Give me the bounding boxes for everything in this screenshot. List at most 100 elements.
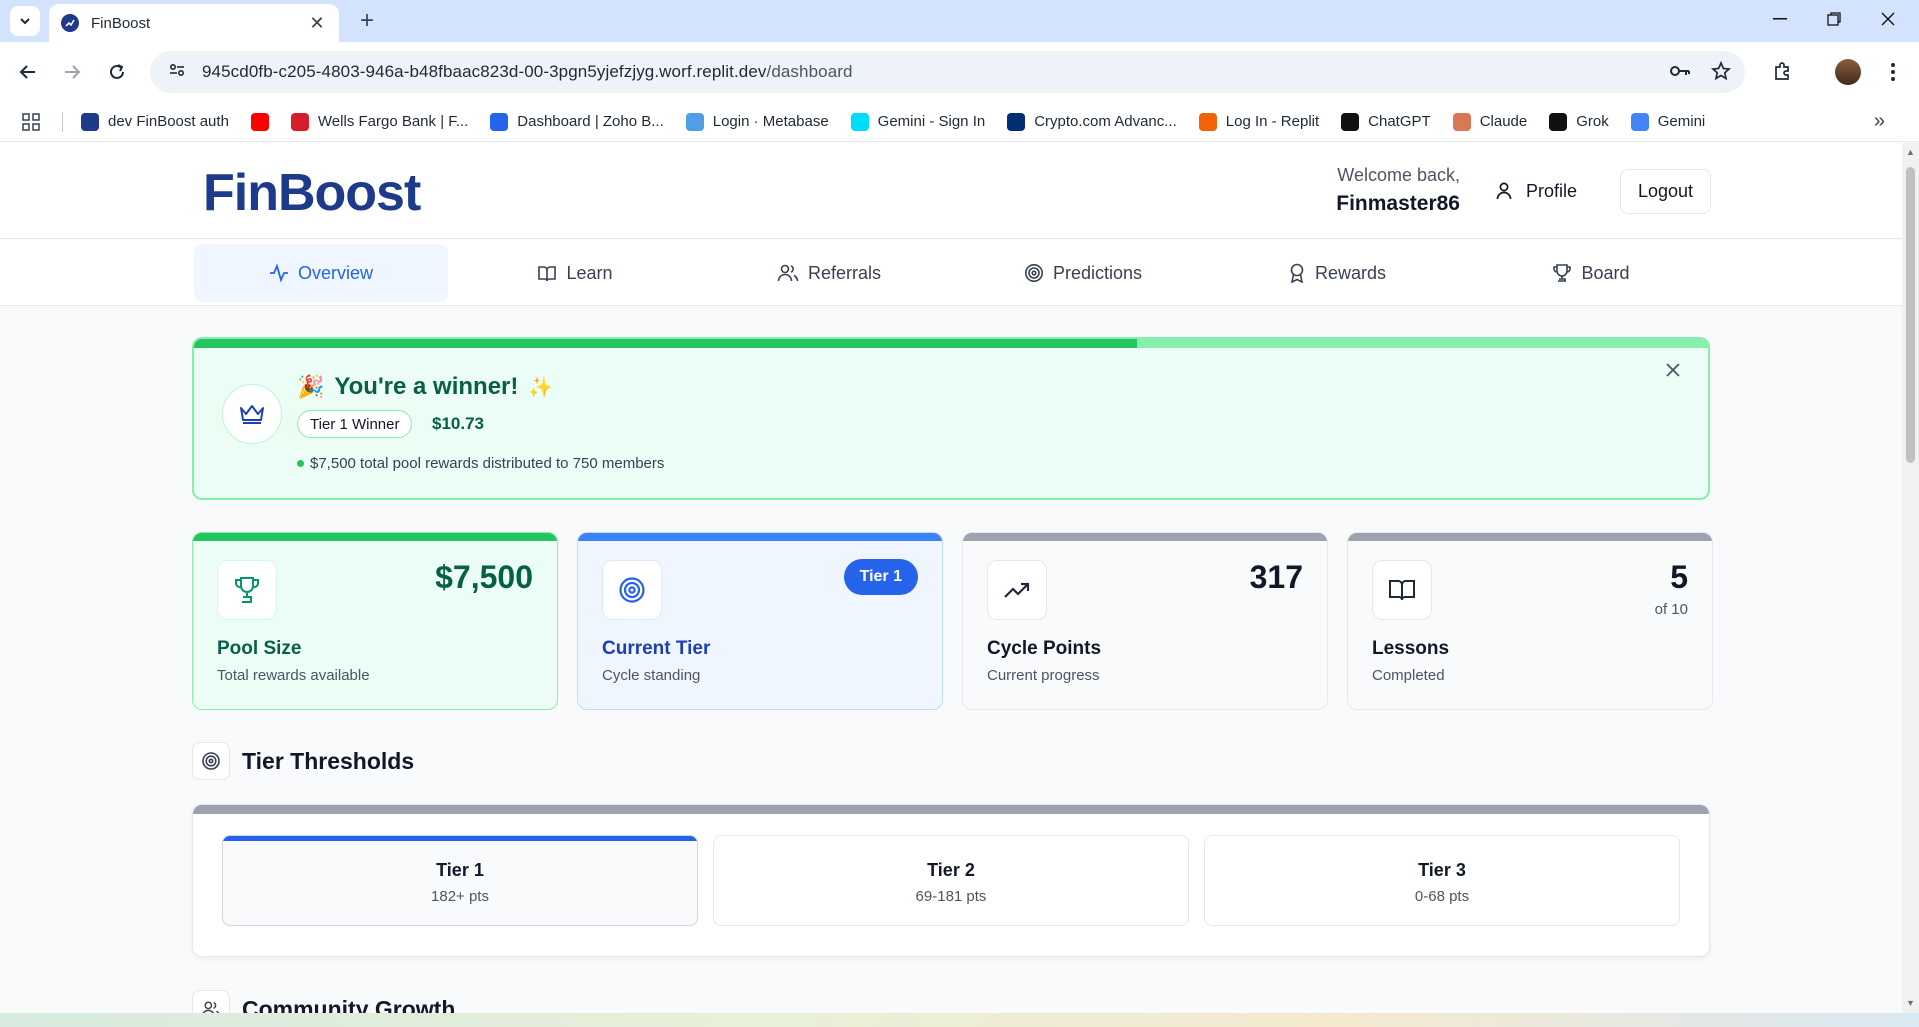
tab-title: FinBoost bbox=[91, 14, 151, 32]
password-key-icon[interactable] bbox=[1669, 61, 1691, 86]
lessons-card: 5 of 10 Lessons Completed bbox=[1347, 532, 1713, 710]
profile-avatar[interactable] bbox=[1832, 56, 1864, 88]
bookmark-item[interactable]: Grok bbox=[1549, 112, 1609, 131]
address-bar[interactable]: 945cd0fb-c205-4803-946a-b48fbaac823d-00-… bbox=[150, 51, 1745, 93]
winner-progress-bar bbox=[194, 339, 1708, 348]
bookmark-item[interactable]: Login · Metabase bbox=[685, 112, 829, 131]
nav-learn[interactable]: Learn bbox=[448, 244, 702, 302]
browser-menu-icon[interactable] bbox=[1877, 56, 1909, 88]
finboost-logo[interactable]: FinBoost bbox=[203, 163, 421, 223]
browser-tab[interactable]: FinBoost ✕ bbox=[49, 4, 339, 42]
wellsfargo-icon bbox=[290, 112, 309, 131]
site-info-icon[interactable] bbox=[168, 61, 186, 84]
bookmark-item[interactable]: Wells Fargo Bank | F... bbox=[290, 112, 468, 131]
claude-icon bbox=[1452, 112, 1471, 131]
minimize-button[interactable] bbox=[1757, 4, 1803, 34]
bookmark-item[interactable]: Claude bbox=[1452, 112, 1527, 131]
cycle-points-card: 317 Cycle Points Current progress bbox=[962, 532, 1328, 710]
finboost-favicon-icon bbox=[61, 14, 79, 32]
tier-name: Tier 3 bbox=[1418, 860, 1466, 880]
winner-title-text: You're a winner! bbox=[334, 373, 519, 400]
bookmark-label: Log In - Replit bbox=[1225, 113, 1320, 130]
back-button[interactable] bbox=[12, 56, 44, 88]
bookmark-label: Crypto.com Advanc... bbox=[1034, 113, 1177, 130]
pool-size-desc: Total rewards available bbox=[217, 667, 370, 684]
app-page: FinBoost Welcome back, Finmaster86 Profi… bbox=[0, 143, 1902, 1013]
reload-button[interactable] bbox=[101, 56, 133, 88]
tier-thresholds-card: Tier 1 182+ pts Tier 2 69-181 pts Tier 3… bbox=[192, 804, 1710, 957]
bookmark-label: Gemini - Sign In bbox=[877, 113, 986, 130]
card-accent-bar bbox=[963, 533, 1327, 541]
cryptocom-icon bbox=[1007, 112, 1026, 131]
close-icon[interactable] bbox=[1666, 363, 1680, 382]
apps-grid-icon[interactable] bbox=[22, 112, 40, 131]
scroll-thumb[interactable] bbox=[1906, 167, 1915, 463]
nav-label: Predictions bbox=[1052, 262, 1143, 283]
bookmark-item[interactable]: dev FinBoost auth bbox=[81, 112, 229, 131]
username: Finmaster86 bbox=[1336, 192, 1460, 215]
extensions-icon[interactable] bbox=[1766, 56, 1798, 88]
new-tab-button[interactable]: + bbox=[352, 6, 382, 36]
page-scrollbar[interactable]: ▲ ▼ bbox=[1902, 143, 1919, 1013]
metabase-icon bbox=[685, 112, 704, 131]
bookmark-item[interactable]: Gemini bbox=[1630, 112, 1706, 131]
winner-note-text: $7,500 total pool rewards distributed to… bbox=[310, 455, 665, 472]
tab-close-icon[interactable]: ✕ bbox=[307, 13, 327, 34]
main-nav: Overview Learn Referrals Predictions Rew… bbox=[0, 240, 1902, 306]
card-accent-bar bbox=[578, 533, 942, 541]
tab-search-button[interactable] bbox=[10, 6, 40, 36]
pool-size-label: Pool Size bbox=[217, 638, 302, 659]
winner-note: $7,500 total pool rewards distributed to… bbox=[297, 455, 664, 472]
card-accent-bar bbox=[1348, 533, 1712, 541]
bookmark-item[interactable] bbox=[250, 112, 269, 131]
tier-winner-chip: Tier 1 Winner bbox=[297, 410, 413, 438]
user-icon bbox=[1496, 182, 1512, 200]
welcome-block: Welcome back, Finmaster86 bbox=[1336, 165, 1460, 216]
nav-referrals[interactable]: Referrals bbox=[702, 244, 956, 302]
nav-overview[interactable]: Overview bbox=[194, 244, 448, 302]
logout-button[interactable]: Logout bbox=[1620, 169, 1711, 214]
browser-toolbar: 945cd0fb-c205-4803-946a-b48fbaac823d-00-… bbox=[0, 42, 1919, 102]
profile-button[interactable]: Profile bbox=[1494, 173, 1577, 209]
bookmark-item[interactable]: Dashboard | Zoho B... bbox=[490, 112, 664, 131]
bookmark-item[interactable]: ChatGPT bbox=[1341, 112, 1431, 131]
tier-name: Tier 1 bbox=[436, 860, 484, 880]
close-window-button[interactable] bbox=[1865, 4, 1911, 34]
zoho-icon bbox=[490, 112, 509, 131]
scroll-up-icon[interactable]: ▲ bbox=[1906, 147, 1915, 157]
bookmark-label: ChatGPT bbox=[1368, 113, 1431, 130]
bookmark-item[interactable]: Gemini - Sign In bbox=[850, 112, 986, 131]
nav-predictions[interactable]: Predictions bbox=[956, 244, 1210, 302]
lessons-value: 5 bbox=[1670, 559, 1688, 595]
section-title: Tier Thresholds bbox=[242, 747, 415, 774]
tier-range: 0-68 pts bbox=[1414, 888, 1470, 905]
more-bookmarks-icon[interactable]: » bbox=[1874, 110, 1885, 133]
party-popper-icon: 🎉 bbox=[297, 374, 325, 399]
status-dot bbox=[297, 460, 304, 467]
welcome-text: Welcome back, bbox=[1337, 165, 1460, 185]
bookmark-item[interactable]: Log In - Replit bbox=[1198, 112, 1320, 131]
current-tier-badge: Tier 1 bbox=[843, 559, 918, 595]
forward-button[interactable] bbox=[56, 56, 88, 88]
bookmarks-bar: dev FinBoost auth Wells Fargo Bank | F...… bbox=[0, 102, 1919, 142]
crown-icon bbox=[222, 384, 282, 444]
activity-icon bbox=[269, 263, 288, 283]
scroll-down-icon[interactable]: ▼ bbox=[1906, 998, 1915, 1008]
profile-label: Profile bbox=[1526, 180, 1578, 201]
nav-board[interactable]: Board bbox=[1464, 244, 1718, 302]
target-icon bbox=[1024, 264, 1043, 282]
lessons-desc: Completed bbox=[1372, 667, 1445, 684]
cycle-points-value: 317 bbox=[1249, 559, 1303, 595]
finboost-icon bbox=[81, 112, 99, 131]
bookmark-label: dev FinBoost auth bbox=[108, 113, 229, 130]
sparkle-icon: ✨ bbox=[528, 376, 554, 399]
tier-range: 182+ pts bbox=[431, 888, 489, 905]
cycle-points-desc: Current progress bbox=[987, 667, 1100, 684]
section-title: Community Growth bbox=[242, 995, 456, 1014]
pool-size-value: $7,500 bbox=[435, 559, 533, 595]
restore-button[interactable] bbox=[1811, 4, 1857, 34]
nav-rewards[interactable]: Rewards bbox=[1210, 244, 1464, 302]
bookmark-item[interactable]: Crypto.com Advanc... bbox=[1007, 112, 1177, 131]
bookmark-star-icon[interactable] bbox=[1710, 60, 1732, 86]
bookmark-label: Gemini bbox=[1657, 113, 1706, 130]
